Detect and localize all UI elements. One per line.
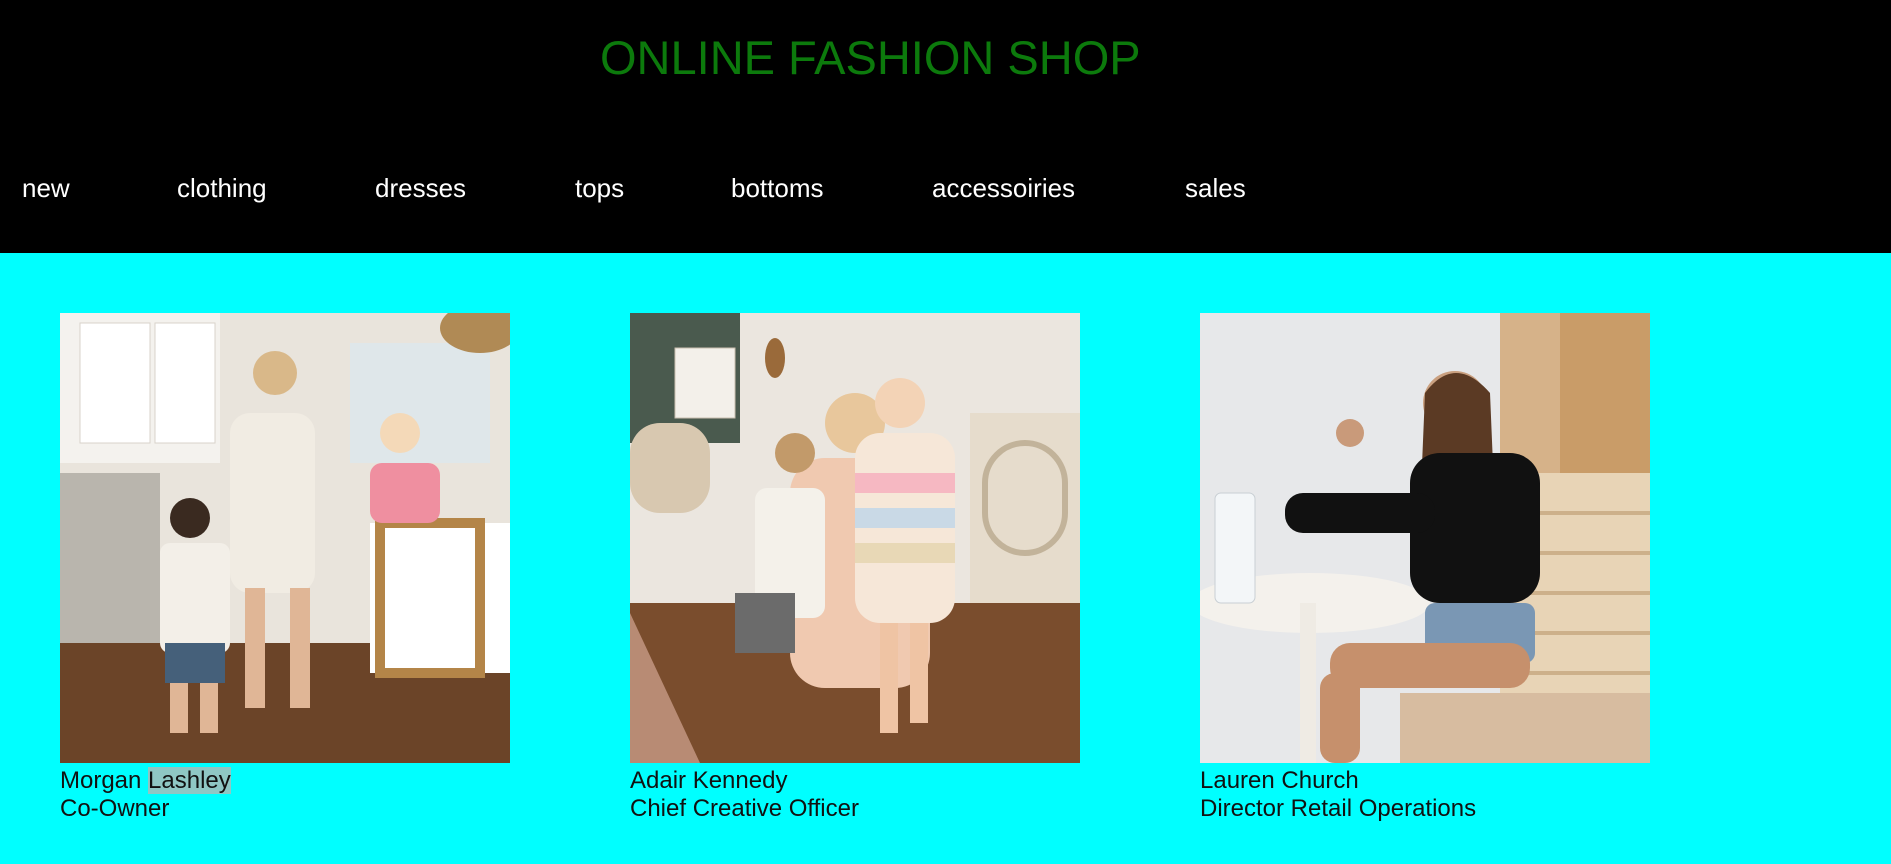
first-name: Morgan [60, 767, 142, 794]
first-name: Adair [630, 767, 687, 794]
last-name: Church [1281, 767, 1359, 794]
last-name: Lashley [148, 767, 231, 794]
nav-item-accessoiries[interactable]: accessoiries [932, 172, 1075, 204]
nav-item-clothing[interactable]: clothing [177, 172, 267, 204]
person-role: Director Retail Operations [1200, 795, 1477, 822]
person-role: Co-Owner [60, 795, 170, 822]
site-title: ONLINE FASHION SHOP [600, 31, 1141, 84]
person-name: Morgan Lashley [60, 767, 510, 795]
person-name: Lauren Church [1200, 767, 1650, 795]
nav-item-sales[interactable]: sales [1185, 172, 1246, 204]
team-card: Lauren Church Director Retail Operations [1200, 313, 1650, 823]
site-header: ONLINE FASHION SHOP new clothing dresses… [0, 0, 1891, 253]
person-role: Chief Creative Officer [630, 795, 859, 822]
team-photo [630, 313, 1080, 763]
nav-item-dresses[interactable]: dresses [375, 172, 466, 204]
last-name: Kennedy [692, 767, 788, 794]
team-card: Morgan Lashley Co-Owner [60, 313, 510, 823]
team-photo [60, 313, 510, 763]
person-name: Adair Kennedy [630, 767, 1080, 795]
team-photo [1200, 313, 1650, 763]
nav-item-tops[interactable]: tops [575, 172, 624, 204]
team-card: Adair Kennedy Chief Creative Officer [630, 313, 1080, 823]
nav-item-new[interactable]: new [22, 172, 70, 204]
first-name: Lauren [1200, 767, 1275, 794]
nav-item-bottoms[interactable]: bottoms [731, 172, 824, 204]
